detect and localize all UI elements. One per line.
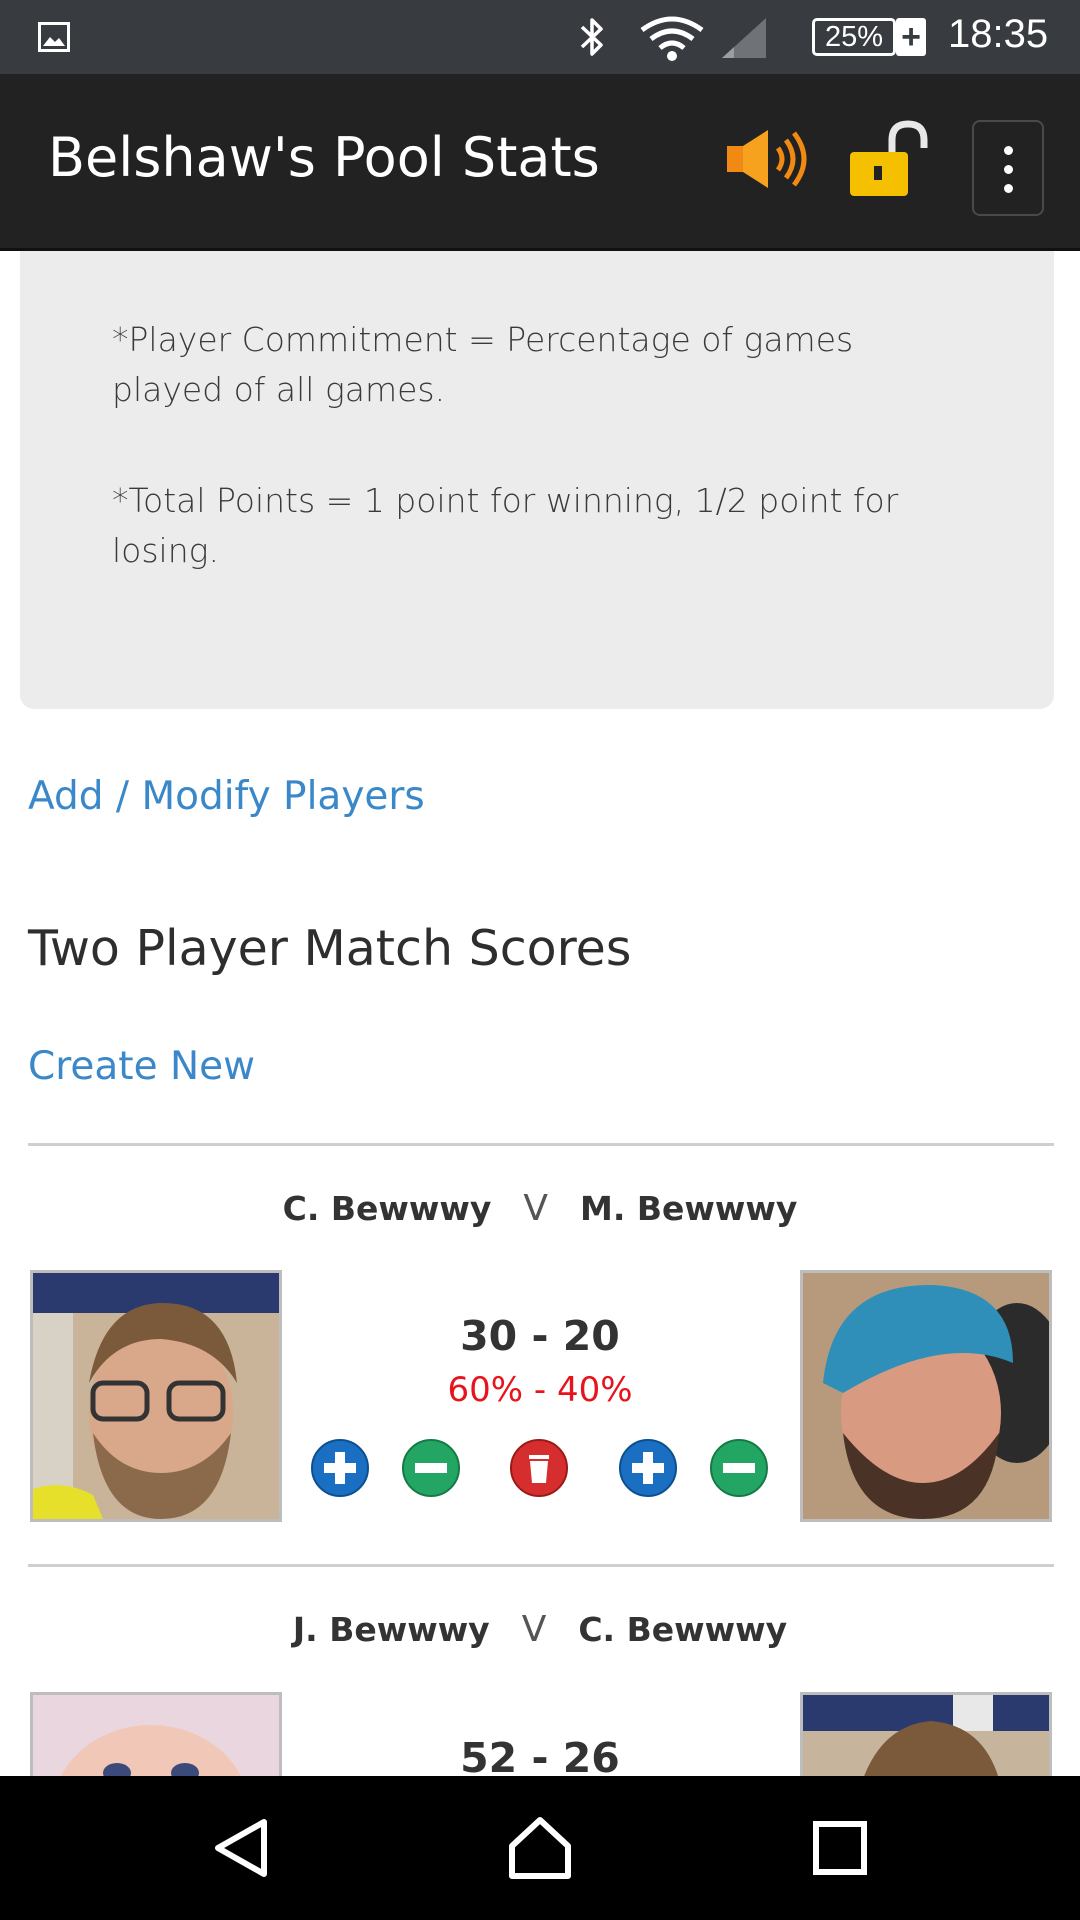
status-time: 18:35 bbox=[948, 12, 1049, 56]
match-1-names: C. Bewwwy V M. Bewwwy bbox=[0, 1188, 1080, 1229]
divider bbox=[28, 1143, 1054, 1146]
back-icon[interactable] bbox=[204, 1812, 276, 1884]
battery-charging-indicator: + bbox=[896, 18, 926, 56]
app-bar: Belshaw's Pool Stats bbox=[0, 74, 1080, 251]
battery-level: 25% bbox=[812, 18, 896, 56]
match-2-player-2: C. Bewwwy bbox=[578, 1610, 788, 1649]
section-heading: Two Player Match Scores bbox=[28, 920, 632, 977]
wifi-icon bbox=[640, 16, 704, 61]
overflow-menu-icon[interactable] bbox=[972, 120, 1044, 216]
match-2-player-1: J. Bewwwy bbox=[292, 1610, 490, 1649]
match-1-vs: V bbox=[523, 1188, 548, 1229]
bluetooth-icon bbox=[580, 18, 603, 56]
match-2-vs: V bbox=[521, 1609, 547, 1650]
player-1-add-point-button[interactable] bbox=[310, 1438, 370, 1498]
match-2-names: J. Bewwwy V C. Bewwwy bbox=[0, 1609, 1080, 1650]
gallery-icon bbox=[38, 22, 70, 52]
create-new-link[interactable]: Create New bbox=[28, 1044, 255, 1089]
notes-panel: *Player Commitment = Percentage of games… bbox=[20, 251, 1054, 709]
navigation-bar bbox=[0, 1776, 1080, 1920]
note-player-commitment: *Player Commitment = Percentage of games… bbox=[112, 320, 854, 409]
status-bar: 25% + 18:35 bbox=[0, 0, 1080, 74]
player-1-remove-point-button[interactable] bbox=[401, 1438, 461, 1498]
app-title: Belshaw's Pool Stats bbox=[48, 126, 600, 189]
match-2-player-2-photo[interactable] bbox=[800, 1692, 1052, 1782]
unlock-icon[interactable] bbox=[846, 120, 938, 200]
home-icon[interactable] bbox=[504, 1812, 576, 1884]
signal-icon bbox=[722, 18, 766, 58]
match-1-player-1: C. Bewwwy bbox=[282, 1189, 492, 1228]
speaker-icon[interactable] bbox=[724, 126, 810, 192]
match-1-player-2-photo[interactable] bbox=[800, 1270, 1052, 1522]
match-1-player-2: M. Bewwwy bbox=[580, 1189, 798, 1228]
delete-match-button[interactable] bbox=[509, 1438, 569, 1498]
note-total-points: *Total Points = 1 point for winning, 1/2… bbox=[112, 481, 899, 570]
player-2-add-point-button[interactable] bbox=[618, 1438, 678, 1498]
add-modify-players-link[interactable]: Add / Modify Players bbox=[28, 774, 425, 819]
recents-icon[interactable] bbox=[804, 1812, 876, 1884]
divider bbox=[28, 1564, 1054, 1567]
player-2-remove-point-button[interactable] bbox=[709, 1438, 769, 1498]
